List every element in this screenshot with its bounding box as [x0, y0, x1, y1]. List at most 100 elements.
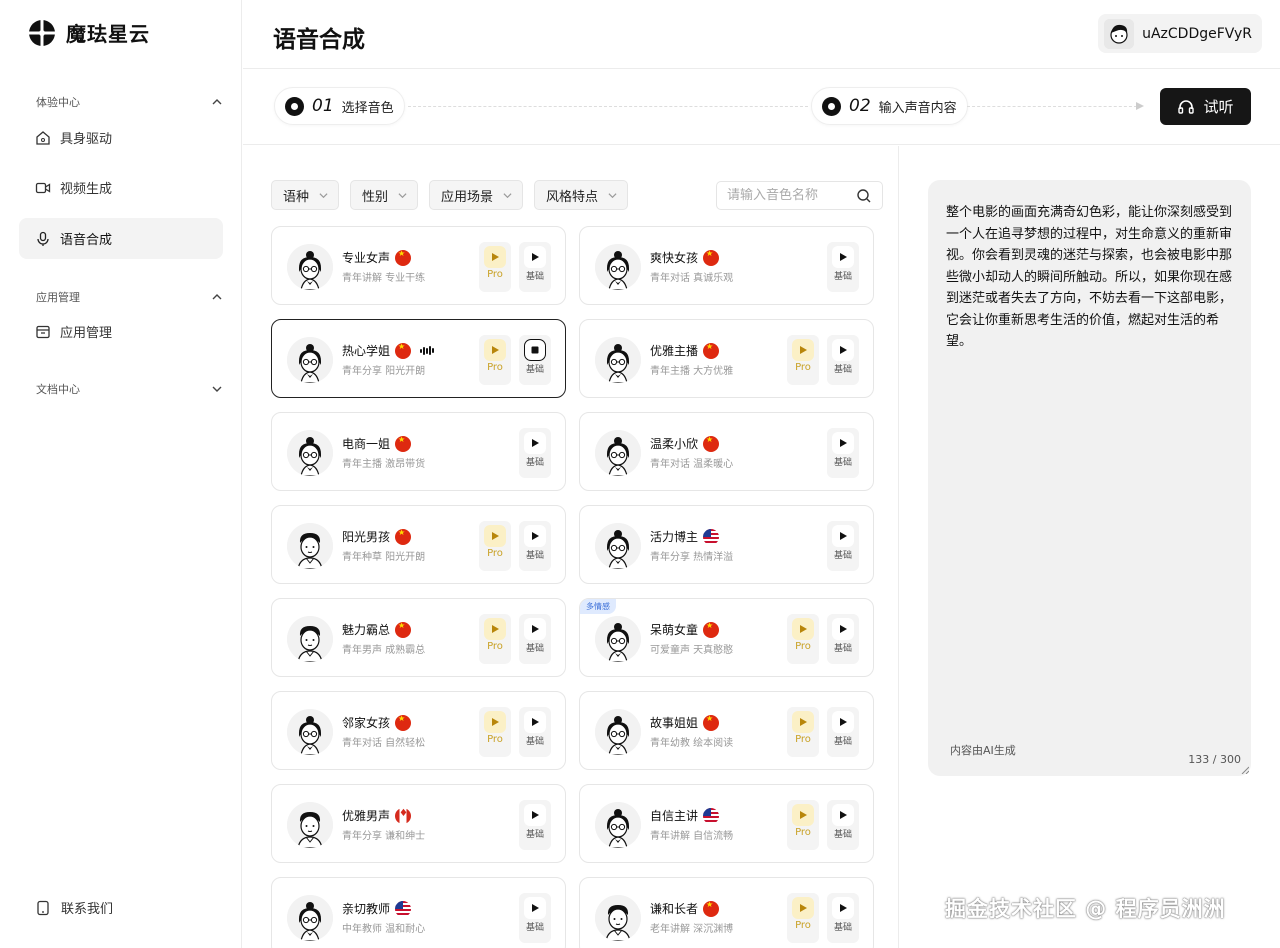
voice-name-row: 热心学姐	[342, 342, 435, 359]
play-basic-icon-box	[524, 525, 546, 547]
voice-card[interactable]: 谦和长者老年讲解 深沉渊博 Pro 基础	[579, 877, 874, 948]
play-basic-button[interactable]: 基础	[827, 893, 859, 943]
play-basic-button[interactable]: 基础	[827, 335, 859, 385]
play-pro-icon-box	[484, 711, 506, 733]
play-pro-button[interactable]: Pro	[787, 335, 819, 385]
flag-ca-icon	[395, 807, 412, 824]
resize-handle-icon[interactable]	[1241, 766, 1249, 774]
video-icon	[35, 182, 51, 193]
basic-label: 基础	[833, 458, 852, 468]
basic-label: 基础	[833, 737, 852, 747]
voice-desc: 青年幼教 绘本阅读	[650, 738, 734, 749]
play-icon	[532, 532, 539, 540]
voice-card[interactable]: 温柔小欣青年对话 温柔暖心 基础	[579, 412, 874, 491]
play-basic-icon-box	[832, 804, 854, 826]
play-pro-button[interactable]: Pro	[787, 893, 819, 943]
voice-desc: 青年讲解 专业干练	[342, 273, 426, 284]
play-basic-button[interactable]: 基础	[519, 521, 551, 571]
basic-label: 基础	[833, 830, 852, 840]
voice-name-row: 专业女声	[342, 249, 412, 266]
play-basic-icon-box	[832, 618, 854, 640]
listen-button[interactable]: 试听	[1160, 88, 1251, 125]
play-basic-button[interactable]: 基础	[827, 242, 859, 292]
voice-desc: 青年讲解 自信流畅	[650, 831, 734, 842]
play-pro-button[interactable]: Pro	[787, 614, 819, 664]
filter-scenario[interactable]: 应用场景	[429, 180, 524, 210]
voice-name-row: 亲切教师	[342, 900, 412, 917]
voice-card[interactable]: 优雅主播青年主播 大方优雅 Pro 基础	[579, 319, 874, 398]
nav-group-docs[interactable]: 文档中心	[36, 381, 222, 397]
chevron-down-icon	[212, 386, 222, 392]
search-input[interactable]	[727, 188, 847, 203]
voice-card[interactable]: 魅力霸总青年男声 成熟霸总 Pro 基础	[271, 598, 566, 677]
basic-label: 基础	[525, 272, 544, 282]
play-basic-button[interactable]: 基础	[827, 800, 859, 850]
step-input-content[interactable]: 02 输入声音内容	[811, 87, 968, 125]
voice-card[interactable]: 优雅男声青年分享 谦和绅士 基础	[271, 784, 566, 863]
play-basic-button[interactable]: 基础	[519, 242, 551, 292]
sidebar-item-app-management[interactable]: 应用管理	[19, 311, 223, 352]
play-pro-button[interactable]: Pro	[787, 800, 819, 850]
voice-card[interactable]: 阳光男孩青年种草 阳光开朗 Pro 基础	[271, 505, 566, 584]
play-pro-button[interactable]: Pro	[479, 614, 511, 664]
text-content[interactable]: 整个电影的画面充满奇幻色彩，能让你深刻感受到一个人在追寻梦想的过程中，对生命意义…	[946, 202, 1236, 353]
nav-group-experience[interactable]: 体验中心	[36, 94, 222, 110]
play-basic-button[interactable]: 基础	[519, 800, 551, 850]
play-basic-button[interactable]: 基础	[519, 893, 551, 943]
search-icon[interactable]	[856, 188, 872, 204]
voice-card[interactable]: 邻家女孩青年对话 自然轻松 Pro 基础	[271, 691, 566, 770]
user-menu[interactable]: uAzCDDgeFVyR	[1098, 14, 1262, 53]
play-basic-button[interactable]: 基础	[827, 707, 859, 757]
play-pro-button[interactable]: Pro	[479, 335, 511, 385]
play-basic-icon-box	[524, 804, 546, 826]
step-label: 输入声音内容	[878, 100, 957, 116]
flag-cn-icon	[703, 249, 720, 266]
voice-card[interactable]: 专业女声青年讲解 专业干练 Pro 基础	[271, 226, 566, 305]
voice-card[interactable]: 活力博主 青年分享 热情洋溢 基础	[579, 505, 874, 584]
voice-card[interactable]: 自信主讲 青年讲解 自信流畅 Pro 基础	[579, 784, 874, 863]
nav-group-apps[interactable]: 应用管理	[36, 289, 222, 305]
brand-logo[interactable]: 魔珐星云	[28, 18, 150, 47]
avatar	[595, 616, 641, 662]
basic-label: 基础	[833, 551, 852, 561]
play-basic-button[interactable]: 基础	[827, 521, 859, 571]
avatar	[287, 895, 333, 941]
play-icon	[840, 718, 847, 726]
voice-card[interactable]: 亲切教师 中年教师 温和耐心 基础	[271, 877, 566, 948]
text-input-area[interactable]: 整个电影的画面充满奇幻色彩，能让你深刻感受到一个人在追寻梦想的过程中，对生命意义…	[928, 180, 1251, 776]
play-pro-button[interactable]: Pro	[479, 707, 511, 757]
play-basic-button[interactable]: 基础	[519, 614, 551, 664]
voice-card[interactable]: 爽快女孩青年对话 真诚乐观 基础	[579, 226, 874, 305]
sidebar-item-tts[interactable]: 语音合成	[19, 218, 223, 259]
play-pro-button[interactable]: Pro	[787, 707, 819, 757]
sidebar-item-embodied[interactable]: 具身驱动	[19, 117, 223, 158]
play-basic-button[interactable]: 基础	[519, 707, 551, 757]
sidebar-item-video[interactable]: 视频生成	[19, 167, 223, 208]
contact-us-link[interactable]: 联系我们	[35, 898, 113, 917]
flag-us-icon	[703, 528, 720, 545]
avatar	[287, 523, 333, 569]
play-pro-icon-box	[792, 897, 814, 919]
step-select-voice[interactable]: 01 选择音色	[274, 87, 405, 125]
listen-label: 试听	[1203, 98, 1234, 116]
play-basic-button[interactable]: 基础	[827, 428, 859, 478]
play-icon	[800, 904, 807, 912]
play-basic-button[interactable]: 基础	[519, 428, 551, 478]
filter-gender[interactable]: 性别	[350, 180, 419, 210]
play-basic-button[interactable]: 基础	[519, 335, 551, 385]
step-connector	[967, 106, 1137, 107]
play-basic-button[interactable]: 基础	[827, 614, 859, 664]
basic-label: 基础	[833, 644, 852, 654]
brand-name: 魔珐星云	[66, 22, 150, 46]
basic-label: 基础	[525, 551, 544, 561]
voice-card[interactable]: 多情感呆萌女童可爱童声 天真憨憨 Pro 基础	[579, 598, 874, 677]
filter-language[interactable]: 语种	[271, 180, 340, 210]
voice-card[interactable]: 热心学姐青年分享 阳光开朗 Pro 基础	[271, 319, 566, 398]
play-pro-button[interactable]: Pro	[479, 521, 511, 571]
play-icon	[840, 532, 847, 540]
filter-style[interactable]: 风格特点	[534, 180, 629, 210]
voice-card[interactable]: 电商一姐青年主播 激昂带货 基础	[271, 412, 566, 491]
chevron-up-icon	[212, 294, 222, 300]
voice-card[interactable]: 故事姐姐青年幼教 绘本阅读 Pro 基础	[579, 691, 874, 770]
play-pro-button[interactable]: Pro	[479, 242, 511, 292]
